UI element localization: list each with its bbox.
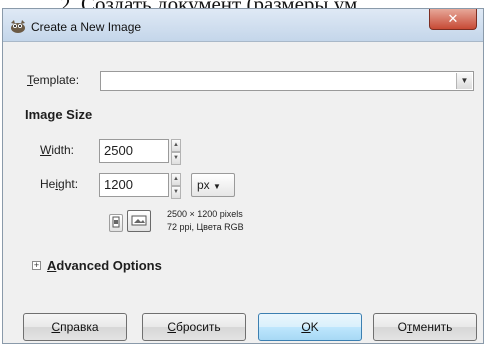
spin-down-icon[interactable]: ▼ [171, 186, 181, 199]
spin-down-icon[interactable]: ▼ [171, 152, 181, 165]
expander-plus-icon[interactable]: + [32, 261, 41, 270]
height-label: Height: [40, 177, 79, 191]
width-spin-buttons[interactable]: ▲ ▼ [171, 139, 181, 165]
image-size-section-title: Image Size [25, 107, 93, 122]
advanced-options-expander[interactable]: Advanced Options [47, 258, 162, 273]
width-input[interactable]: 2500 [99, 139, 169, 163]
unit-select[interactable]: px ▼ [191, 173, 235, 197]
spin-up-icon[interactable]: ▲ [171, 173, 181, 186]
dropdown-arrow-icon[interactable]: ▼ [456, 73, 472, 89]
height-input[interactable]: 1200 [99, 173, 169, 197]
portrait-orientation-icon [112, 216, 120, 228]
template-label: Template: [27, 73, 80, 87]
image-size-info-pixels: 2500 × 1200 pixels [167, 209, 243, 219]
ok-button[interactable]: OK [258, 313, 362, 341]
unit-value: px [197, 178, 210, 192]
width-label: Width: [40, 143, 75, 157]
close-icon: ✕ [447, 11, 459, 26]
dropdown-arrow-icon: ▼ [213, 182, 221, 191]
gimp-wilber-icon [11, 20, 25, 33]
landscape-orientation-icon [131, 215, 147, 226]
help-button[interactable]: Справка [23, 313, 127, 341]
dialog-titlebar: Create a New Image ✕ [3, 9, 483, 42]
dialog-title: Create a New Image [31, 20, 142, 34]
create-image-dialog: Create a New Image ✕ Template: ▼ Image S… [2, 8, 484, 344]
cancel-button[interactable]: Отменить [373, 313, 477, 341]
reset-button[interactable]: Сбросить [142, 313, 246, 341]
image-size-info-resolution: 72 ppi, Цвета RGB [167, 222, 244, 232]
spin-up-icon[interactable]: ▲ [171, 139, 181, 152]
landscape-orientation-button[interactable] [127, 210, 151, 232]
portrait-orientation-button[interactable] [109, 214, 123, 232]
template-combo[interactable]: ▼ [100, 71, 474, 91]
height-spin-buttons[interactable]: ▲ ▼ [171, 173, 181, 199]
close-button[interactable]: ✕ [429, 9, 477, 30]
